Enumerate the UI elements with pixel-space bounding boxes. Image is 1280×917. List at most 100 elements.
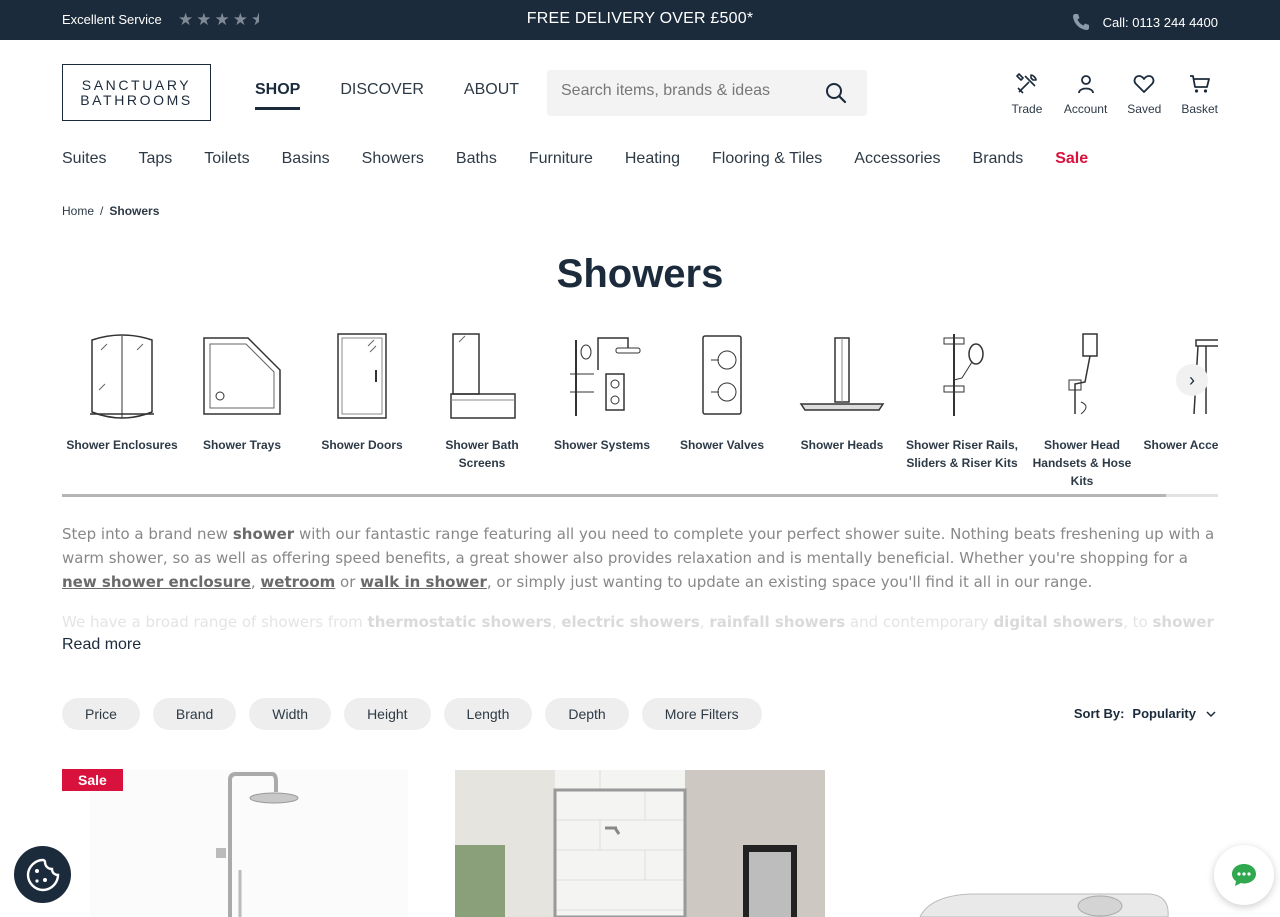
subcategory-shower-systems[interactable]: Shower Systems (542, 330, 662, 454)
desc-bold: thermostatic showers (367, 613, 552, 630)
carousel-scrollbar-thumb[interactable] (62, 494, 1166, 497)
cat-nav-heating[interactable]: Heating (625, 150, 680, 168)
cat-nav-toilets[interactable]: Toilets (204, 150, 249, 168)
desc-text: or (335, 573, 361, 591)
breadcrumb-current: Showers (109, 204, 160, 218)
subcategory-label: Shower Trays (202, 438, 282, 452)
category-description: Step into a brand new shower with our fa… (62, 522, 1218, 594)
handset-icon (1068, 333, 1098, 415)
product-image[interactable] (90, 770, 408, 917)
site-logo[interactable]: SANCTUARY BATHROOMS (62, 64, 211, 121)
basket-button[interactable]: Basket (1181, 72, 1218, 116)
desc-bold: digital showers (993, 613, 1124, 630)
cookie-settings-button[interactable] (14, 846, 71, 903)
shower-column-image (216, 772, 299, 917)
call-link[interactable]: Call: 0113 244 4400 (1071, 12, 1218, 32)
cat-nav-flooring-tiles[interactable]: Flooring & Tiles (712, 150, 822, 168)
cat-nav-accessories[interactable]: Accessories (854, 150, 940, 168)
cat-nav-showers[interactable]: Showers (362, 150, 424, 168)
subcategory-shower-bath-screens[interactable]: Shower Bath Screens (422, 330, 542, 472)
bath-screen-icon (450, 333, 516, 419)
user-icon (1077, 75, 1094, 94)
product-image[interactable] (900, 880, 1180, 917)
filter-more[interactable]: More Filters (641, 698, 762, 730)
filter-price[interactable]: Price (62, 698, 140, 730)
saved-label: Saved (1127, 102, 1162, 116)
desc-text: , to (1123, 613, 1153, 630)
filter-width[interactable]: Width (249, 698, 332, 730)
search-input[interactable] (561, 82, 811, 100)
desc-text: , or simply just wanting to update an ex… (486, 573, 1093, 591)
carousel-next-button[interactable]: › (1176, 364, 1208, 396)
sale-badge: Sale (62, 769, 123, 791)
heart-icon (1133, 75, 1155, 93)
filter-depth[interactable]: Depth (545, 698, 629, 730)
subcategory-label: Shower Accessories (1143, 438, 1218, 452)
basket-label: Basket (1181, 102, 1218, 116)
breadcrumb-separator: / (100, 204, 104, 218)
filter-bar: Price Brand Width Height Length Depth Mo… (62, 698, 762, 730)
riser-rail-icon (943, 334, 984, 416)
subcategory-shower-doors[interactable]: Shower Doors (302, 330, 422, 454)
subcategory-shower-heads[interactable]: Shower Heads (782, 330, 902, 454)
carousel-scrollbar[interactable] (62, 494, 1218, 497)
shower-valve-icon (702, 335, 742, 415)
account-button[interactable]: Account (1064, 72, 1107, 116)
desc-bold: shower (232, 525, 295, 543)
desc-bold: rainfall showers (709, 613, 846, 630)
sort-dropdown[interactable]: Sort By: Popularity (1074, 706, 1218, 721)
search-box (547, 70, 867, 116)
subcategory-label: Shower Systems (553, 438, 651, 452)
subcategory-handsets-hose-kits[interactable]: Shower Head Handsets & Hose Kits (1022, 330, 1142, 490)
cat-nav-suites[interactable]: Suites (62, 150, 106, 168)
link-wetroom[interactable]: wetroom (260, 573, 335, 591)
breadcrumb-home[interactable]: Home (62, 204, 94, 218)
shower-door-icon (337, 333, 387, 419)
cat-nav-brands[interactable]: Brands (973, 150, 1024, 168)
subcategory-label: Shower Heads (800, 438, 884, 452)
subcategory-label: Shower Bath Screens (445, 438, 519, 470)
trade-button[interactable]: Trade (1010, 72, 1044, 116)
subcategory-label: Shower Valves (679, 438, 765, 452)
nav-discover[interactable]: DISCOVER (340, 81, 424, 110)
phone-icon (1072, 14, 1089, 30)
filter-brand[interactable]: Brand (152, 698, 237, 730)
shower-valve-image (919, 893, 1169, 917)
nav-about[interactable]: ABOUT (464, 81, 519, 110)
page-title: Showers (556, 252, 724, 296)
cat-nav-sale[interactable]: Sale (1055, 150, 1088, 168)
chevron-right-icon: › (1189, 369, 1195, 390)
link-walk-in-shower[interactable]: walk in shower (360, 573, 487, 591)
product-image[interactable] (455, 770, 825, 917)
desc-text: , (551, 613, 562, 630)
nav-shop[interactable]: SHOP (255, 81, 301, 110)
subcategory-riser-rails[interactable]: Shower Riser Rails, Sliders & Riser Kits (902, 330, 1022, 472)
link-new-shower-enclosure[interactable]: new shower enclosure (62, 573, 251, 591)
cat-nav-basins[interactable]: Basins (282, 150, 330, 168)
cat-nav-furniture[interactable]: Furniture (529, 150, 593, 168)
cat-nav-taps[interactable]: Taps (138, 150, 172, 168)
category-nav: Suites Taps Toilets Basins Showers Baths… (62, 150, 1088, 168)
subcategory-shower-accessories[interactable]: Shower Accessories (1142, 330, 1218, 454)
shower-enclosure-photo (455, 770, 825, 917)
search-icon[interactable] (825, 82, 847, 104)
saved-button[interactable]: Saved (1127, 72, 1161, 116)
desc-text: and contemporary (845, 613, 994, 630)
basket-icon (1189, 75, 1210, 93)
account-label: Account (1063, 102, 1108, 116)
chevron-down-icon (1206, 710, 1216, 717)
sort-label: Sort By: (1073, 706, 1125, 721)
subcategory-shower-valves[interactable]: Shower Valves (662, 330, 782, 454)
subcategory-shower-trays[interactable]: Shower Trays (182, 330, 302, 454)
filter-height[interactable]: Height (344, 698, 431, 730)
subcategory-label: Shower Riser Rails, Sliders & Riser Kits (905, 438, 1019, 470)
cat-nav-baths[interactable]: Baths (456, 150, 497, 168)
filter-length[interactable]: Length (443, 698, 533, 730)
category-description-faded: We have a broad range of showers from th… (62, 610, 1218, 630)
desc-bold: electric showers (561, 613, 700, 630)
logo-line-2: BATHROOMS (80, 92, 193, 108)
subcategory-shower-enclosures[interactable]: Shower Enclosures (62, 330, 182, 454)
chat-button[interactable] (1214, 845, 1274, 905)
desc-text: Step into a brand new (62, 525, 233, 543)
read-more-button[interactable]: Read more (62, 636, 141, 654)
